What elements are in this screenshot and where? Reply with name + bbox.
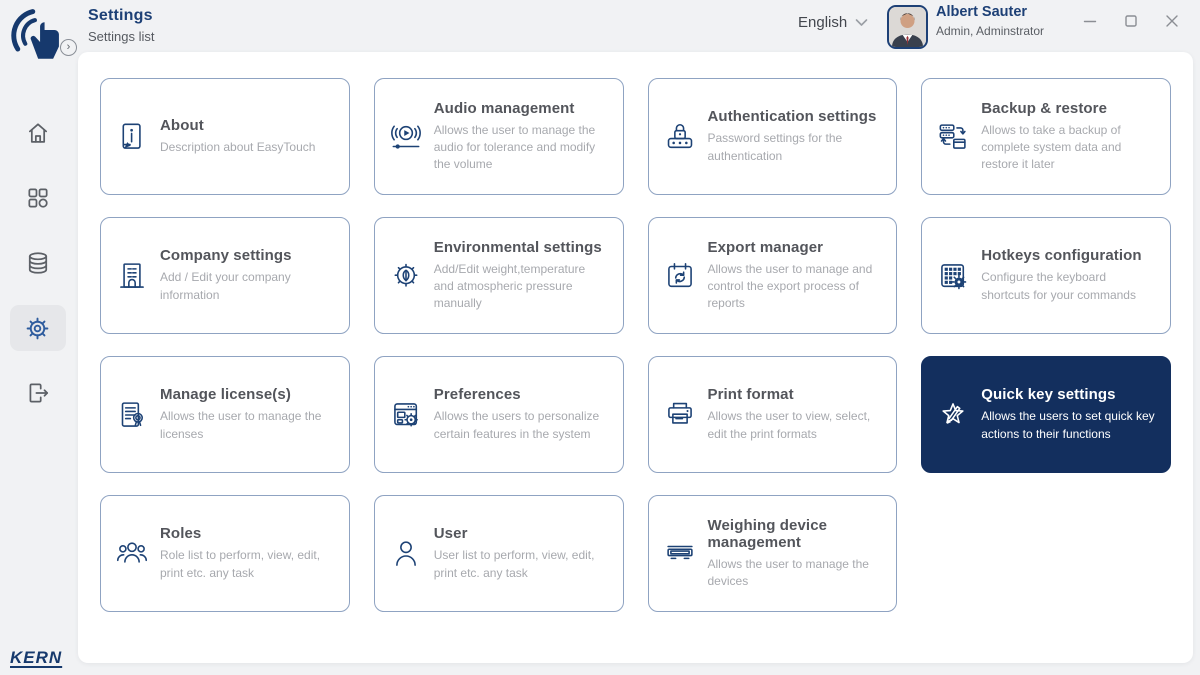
- card-title: User: [433, 525, 468, 543]
- user-name: Albert Sauter: [936, 4, 1028, 20]
- easytouch-logo-icon: [11, 9, 59, 59]
- eco-gear-icon: [387, 257, 425, 295]
- card-description: Description about EasyTouch: [160, 139, 316, 154]
- settings-card-grid: About Description about EasyTouch Audio …: [78, 52, 1193, 638]
- card-description: Allows the user to manage and control th…: [707, 261, 873, 311]
- window-controls: [1082, 13, 1180, 29]
- card-description: Allows the user to manage the audio for …: [433, 122, 596, 172]
- backup-restore-icon: [934, 118, 972, 156]
- card-description: Allows the users to personalize certain …: [433, 409, 600, 441]
- close-button[interactable]: [1164, 13, 1180, 29]
- card-title: Print format: [707, 386, 794, 404]
- card-title: Audio management: [433, 99, 575, 117]
- hotkeys-keypad-icon: [934, 257, 972, 295]
- quick-key-star-icon: [934, 396, 972, 434]
- card-description: Allows the user to view, select, edit th…: [707, 409, 871, 441]
- card-title: Manage license(s): [160, 386, 291, 404]
- card-title: Preferences: [433, 386, 521, 404]
- card-title: Company settings: [160, 247, 292, 265]
- settings-panel: About Description about EasyTouch Audio …: [78, 52, 1193, 663]
- card-description: Allows the users to set quick key action…: [981, 409, 1155, 441]
- card-description: User list to perform, view, edit, print …: [433, 548, 595, 580]
- sidebar-item-database[interactable]: [10, 240, 66, 286]
- card-title: Roles: [160, 525, 202, 543]
- card-description: Allows the user to manage the devices: [707, 556, 869, 588]
- user-role: Admin, Adminstrator: [936, 24, 1045, 38]
- settings-card-manage-licenses[interactable]: Manage license(s) Allows the user to man…: [100, 356, 350, 473]
- about-icon: [113, 118, 151, 156]
- card-title: About: [160, 116, 204, 134]
- card-description: Add/Edit weight,temperature and atmosphe…: [433, 261, 586, 311]
- sidebar-expand-button[interactable]: ›: [60, 39, 77, 56]
- card-title: Quick key settings: [981, 386, 1116, 404]
- maximize-icon: [1125, 15, 1137, 27]
- apps-grid-icon: [27, 188, 48, 208]
- export-calendar-icon: [661, 257, 699, 295]
- settings-card-company[interactable]: Company settings Add / Edit your company…: [100, 217, 350, 334]
- sidebar-item-logout[interactable]: [10, 370, 66, 416]
- card-title: Weighing device management: [707, 516, 828, 551]
- user-block: Albert Sauter Admin, Adminstrator: [936, 4, 1044, 38]
- settings-card-preferences[interactable]: Preferences Allows the users to personal…: [373, 356, 624, 473]
- card-title: Backup & restore: [981, 99, 1108, 117]
- printer-icon: [661, 396, 699, 434]
- settings-card-export-manager[interactable]: Export manager Allows the user to manage…: [647, 217, 898, 334]
- preferences-window-icon: [387, 396, 425, 434]
- audio-icon: [387, 118, 425, 156]
- card-description: Add / Edit your company information: [160, 270, 291, 302]
- page-title-block: Settings Settings list: [88, 7, 154, 44]
- card-description: Allows to take a backup of complete syst…: [981, 122, 1122, 172]
- settings-card-about[interactable]: About Description about EasyTouch: [100, 78, 350, 195]
- sidebar-nav: [0, 110, 75, 435]
- settings-card-audio-management[interactable]: Audio management Allows the user to mana…: [373, 78, 624, 195]
- settings-card-environmental[interactable]: Environmental settings Add/Edit weight,t…: [373, 217, 624, 334]
- card-description: Password settings for the authentication: [707, 131, 843, 163]
- database-icon: [28, 252, 47, 274]
- settings-card-weighing-device[interactable]: Weighing device management Allows the us…: [647, 495, 898, 612]
- sidebar-item-apps[interactable]: [10, 175, 66, 221]
- settings-gear-icon: [26, 317, 49, 339]
- language-selector[interactable]: English: [798, 14, 868, 31]
- card-description: Configure the keyboard shortcuts for you…: [981, 270, 1136, 302]
- minimize-button[interactable]: [1082, 13, 1098, 29]
- sidebar: › KERN: [0, 0, 77, 675]
- settings-card-user[interactable]: User User list to perform, view, edit, p…: [373, 495, 624, 612]
- card-title: Authentication settings: [707, 108, 877, 126]
- page-title: Settings: [88, 7, 153, 24]
- sidebar-item-settings[interactable]: [9, 305, 66, 351]
- settings-card-quick-key[interactable]: Quick key settings Allows the users to s…: [921, 356, 1171, 473]
- roles-group-icon: [113, 535, 151, 573]
- avatar[interactable]: [887, 5, 928, 49]
- close-icon: [1166, 15, 1178, 27]
- settings-card-roles[interactable]: Roles Role list to perform, view, edit, …: [100, 495, 350, 612]
- building-icon: [113, 257, 151, 295]
- card-description: Allows the user to manage the licenses: [160, 409, 322, 441]
- card-description: Role list to perform, view, edit, print …: [160, 548, 321, 580]
- card-title: Export manager: [707, 238, 824, 256]
- header: Settings Settings list English Albert Sa…: [75, 0, 1200, 60]
- minimize-icon: [1083, 20, 1097, 23]
- settings-card-print-format[interactable]: Print format Allows the user to view, se…: [647, 356, 898, 473]
- page-subtitle: Settings list: [88, 29, 155, 44]
- settings-card-hotkeys[interactable]: Hotkeys configuration Configure the keyb…: [921, 217, 1171, 334]
- card-title: Hotkeys configuration: [981, 247, 1142, 265]
- settings-card-authentication[interactable]: Authentication settings Password setting…: [647, 78, 898, 195]
- settings-card-backup-restore[interactable]: Backup & restore Allows to take a backup…: [921, 78, 1171, 195]
- logout-icon: [29, 383, 48, 403]
- avatar-photo: [889, 7, 926, 47]
- kern-logo: KERN: [10, 648, 63, 667]
- license-certificate-icon: [113, 396, 151, 434]
- sidebar-item-home[interactable]: [10, 110, 66, 156]
- card-title: Environmental settings: [433, 238, 602, 256]
- weighing-scale-icon: [661, 535, 699, 573]
- language-label: English: [798, 14, 848, 31]
- chevron-down-icon: [855, 19, 868, 26]
- maximize-button[interactable]: [1123, 13, 1139, 29]
- lock-keypad-icon: [661, 118, 699, 156]
- home-icon: [28, 123, 47, 143]
- user-icon: [387, 535, 425, 573]
